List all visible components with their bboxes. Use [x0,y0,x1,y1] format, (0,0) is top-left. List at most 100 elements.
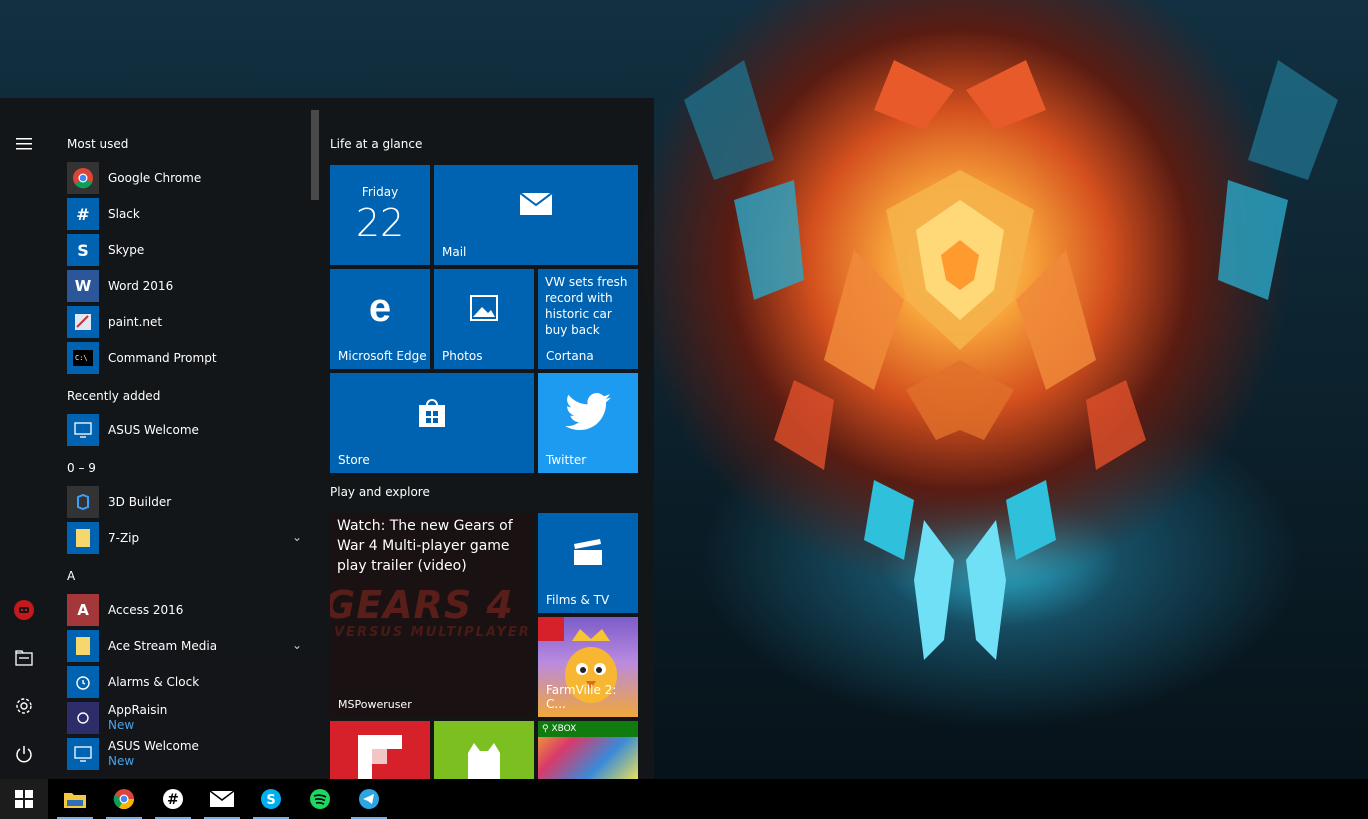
app-7-zip[interactable]: 7-Zip ⌄ [67,522,302,554]
taskbar-skype[interactable]: S [247,779,295,819]
gears-of-war-news-tile[interactable]: GEARS 4 VERSUS MULTIPLAYER Watch: The ne… [330,513,534,717]
user-avatar-icon[interactable] [8,594,40,626]
app-label: Alarms & Clock [108,674,200,689]
start-button[interactable] [0,779,48,819]
skype-icon: S [67,234,99,266]
app-slack[interactable]: # Slack [67,198,302,230]
taskbar-spotify[interactable] [296,779,344,819]
3d-builder-icon [67,486,99,518]
group-play-and-explore[interactable]: Play and explore [330,485,430,499]
slack-icon: # [67,198,99,230]
paintnet-icon [67,306,99,338]
film-clapper-icon [538,513,638,591]
cat-face-icon [468,743,500,779]
app-label: Skype [108,242,145,257]
slack-icon: # [163,789,183,809]
section-0-9-header[interactable]: 0 – 9 [67,461,96,475]
app-3d-builder[interactable]: 3D Builder [67,486,302,518]
app-google-chrome[interactable]: Google Chrome [67,162,302,194]
gears-headline: Watch: The new Gears of War 4 Multi-play… [337,518,513,574]
xbox-game-tile[interactable]: ⚲ XBOX [538,721,638,779]
app-word-2016[interactable]: W Word 2016 [67,270,302,302]
most-used-header: Most used [67,137,129,151]
taskbar-mail[interactable] [198,779,246,819]
films-tv-tile[interactable]: Films & TV [538,513,638,613]
app-label: Slack [108,206,140,221]
app-asus-welcome-2[interactable]: ASUS Welcome New [67,738,302,770]
app-ace-stream-media[interactable]: Ace Stream Media ⌄ [67,630,302,662]
chevron-down-icon[interactable]: ⌄ [292,530,302,544]
app-skype[interactable]: S Skype [67,234,302,266]
asus-icon [67,738,99,770]
app-label: AppRaisin New [108,703,168,732]
tile-label: Films & TV [546,593,610,607]
farmville-tile[interactable]: FarmVille 2: C... [538,617,638,717]
cortana-tile[interactable]: VW sets fresh record with historic car b… [538,269,638,369]
app-paintnet[interactable]: paint.net [67,306,302,338]
twitter-bird-icon [538,373,638,451]
spotify-icon [310,789,330,809]
flipboard-tile[interactable] [330,721,430,779]
mail-icon [210,791,234,807]
calendar-tile[interactable]: Friday 22 [330,165,430,265]
app-label: Ace Stream Media [108,638,218,653]
svg-text:S: S [266,793,275,808]
store-tile[interactable]: Store [330,373,534,473]
app-label: paint.net [108,314,163,329]
app-list-scrollbar[interactable] [310,110,320,775]
app-access-2016[interactable]: A Access 2016 [67,594,302,626]
twitter-tile[interactable]: Twitter [538,373,638,473]
file-explorer-icon [64,793,86,808]
tile-label: Mail [442,245,467,259]
app-asus-welcome[interactable]: ASUS Welcome [67,414,302,446]
skype-icon: S [261,789,281,809]
folder-icon [67,522,99,554]
hamburger-menu-icon[interactable] [8,128,40,160]
cat-app-tile[interactable] [434,721,534,779]
taskbar-chrome[interactable] [100,779,148,819]
tile-label: FarmVille 2: C... [546,683,617,711]
folder-icon [67,630,99,662]
new-badge: New [108,754,135,768]
new-badge: New [108,718,135,732]
tile-label: Store [338,453,370,467]
access-icon: A [67,594,99,626]
app-label: 3D Builder [108,494,172,509]
file-explorer-icon[interactable] [8,642,40,674]
svg-text:#: # [167,792,179,808]
tile-label: Photos [442,349,483,363]
svg-text:C:\: C:\ [75,354,88,362]
photos-tile[interactable]: Photos [434,269,534,369]
power-icon[interactable] [8,738,40,770]
taskbar-telegram[interactable] [345,779,393,819]
app-appraisin[interactable]: AppRaisin New [67,702,302,734]
group-life-at-a-glance[interactable]: Life at a glance [330,137,422,151]
taskbar: # S [0,779,1368,819]
taskbar-slack[interactable]: # [149,779,197,819]
settings-gear-icon[interactable] [8,690,40,722]
app-label: Google Chrome [108,170,202,185]
mail-tile[interactable]: Mail [434,165,638,265]
app-command-prompt[interactable]: C:\ Command Prompt [67,342,302,374]
chevron-down-icon[interactable]: ⌄ [292,638,302,652]
alarm-clock-icon [67,666,99,698]
calendar-date: 22 [355,201,405,245]
tile-label: Twitter [546,453,587,467]
app-label: ASUS Welcome New [108,739,199,768]
cortana-news: VW sets fresh record with historic car b… [545,275,628,337]
app-alarms-clock[interactable]: Alarms & Clock [67,666,302,698]
tile-label: MSPoweruser [338,698,412,711]
start-rail [0,98,48,779]
recently-added-header: Recently added [67,389,161,403]
tile-label: Cortana [546,349,594,363]
section-a-header[interactable]: A [67,569,75,583]
appraisin-icon [67,702,99,734]
taskbar-file-explorer[interactable] [51,779,99,819]
app-label: Access 2016 [108,602,184,617]
edge-tile[interactable]: e Microsoft Edge [330,269,430,369]
scrollbar-thumb[interactable] [311,110,319,200]
asus-icon [67,414,99,446]
tiles-panel: Life at a glance Friday 22 Mail e Micros… [330,98,654,779]
xbox-badge: ⚲ XBOX [538,721,638,737]
windows-logo-icon [15,790,33,808]
